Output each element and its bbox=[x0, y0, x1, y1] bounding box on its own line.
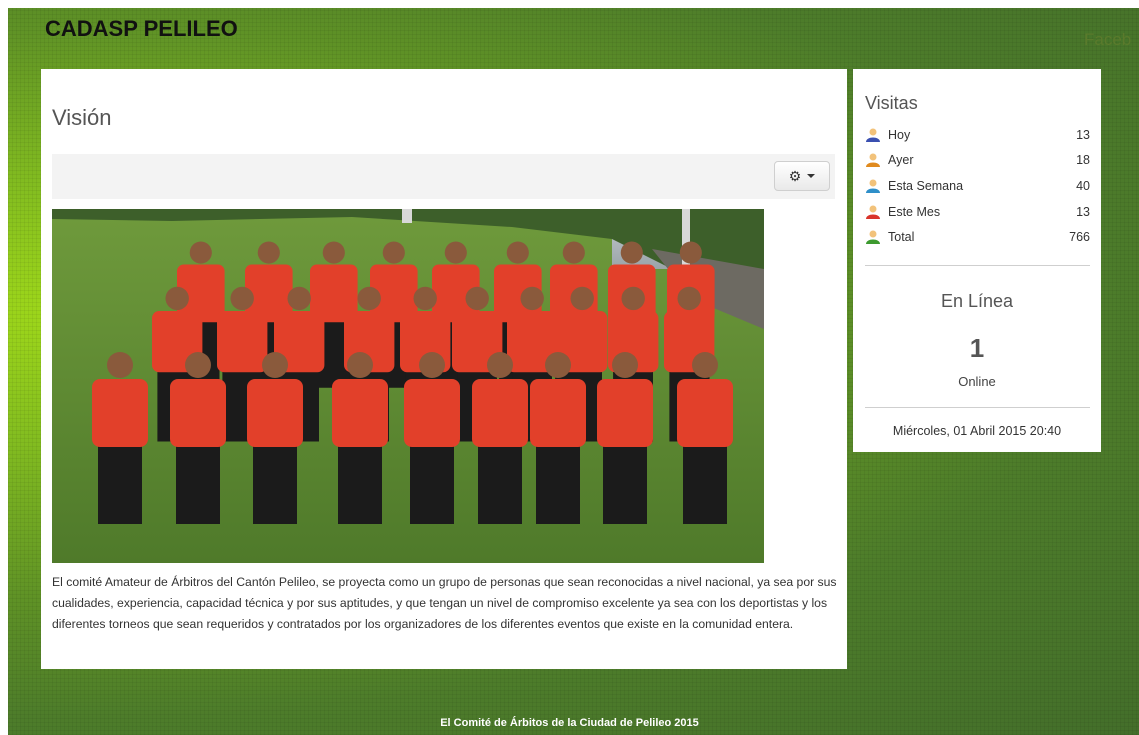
stat-value: 13 bbox=[1076, 204, 1090, 219]
stat-row-yesterday: Ayer 18 bbox=[865, 148, 1090, 174]
visit-stats-list: Hoy 13 Ayer 18 Esta Semana 40 Este Mes 1… bbox=[865, 122, 1090, 250]
stat-value: 766 bbox=[1069, 230, 1090, 245]
stat-value: 18 bbox=[1076, 153, 1090, 168]
online-count: 1 bbox=[969, 333, 985, 363]
caret-down-icon bbox=[807, 174, 816, 178]
stat-label: Esta Semana bbox=[888, 178, 964, 193]
user-icon bbox=[866, 153, 880, 168]
online-label: Online bbox=[958, 374, 996, 389]
facebook-link[interactable]: Faceb bbox=[1084, 30, 1131, 50]
visits-sidebar: Visitas Hoy 13 Ayer 18 Esta Semana 40 Es… bbox=[853, 69, 1101, 452]
stat-row-today: Hoy 13 bbox=[865, 122, 1090, 148]
site-title[interactable]: CADASP PELILEO bbox=[45, 16, 238, 42]
stat-label: Total bbox=[888, 230, 915, 245]
stat-row-total: Total 766 bbox=[865, 224, 1090, 250]
user-icon bbox=[866, 128, 880, 142]
article-toolbar: ⚙ bbox=[52, 154, 835, 199]
gear-icon: ⚙ bbox=[788, 168, 802, 184]
stat-row-month: Este Mes 13 bbox=[865, 199, 1090, 225]
footer-text: El Comité de Árbitos de la Ciudad de Pel… bbox=[440, 717, 699, 729]
user-icon bbox=[866, 230, 880, 245]
current-datetime: Miércoles, 01 Abril 2015 20:40 bbox=[892, 424, 1062, 438]
user-icon bbox=[866, 205, 880, 219]
stat-label: Este Mes bbox=[888, 204, 941, 219]
main-content-panel: Visión ⚙ El comité Amateur de Árbitros d… bbox=[41, 69, 847, 669]
user-icon bbox=[866, 179, 880, 193]
online-title: En Línea bbox=[940, 291, 1014, 311]
vision-paragraph: El comité Amateur de Árbitros del Cantón… bbox=[52, 575, 837, 631]
stat-value: 13 bbox=[1076, 127, 1090, 142]
stat-label: Hoy bbox=[888, 127, 911, 142]
divider bbox=[865, 407, 1090, 408]
stat-row-week: Esta Semana 40 bbox=[865, 173, 1090, 199]
settings-dropdown-button[interactable]: ⚙ bbox=[774, 161, 830, 191]
stat-value: 40 bbox=[1076, 178, 1090, 193]
visits-title: Visitas bbox=[865, 93, 918, 113]
divider bbox=[865, 265, 1090, 266]
page-title: Visión bbox=[52, 105, 112, 130]
team-photo bbox=[52, 209, 764, 563]
stat-label: Ayer bbox=[888, 153, 914, 168]
